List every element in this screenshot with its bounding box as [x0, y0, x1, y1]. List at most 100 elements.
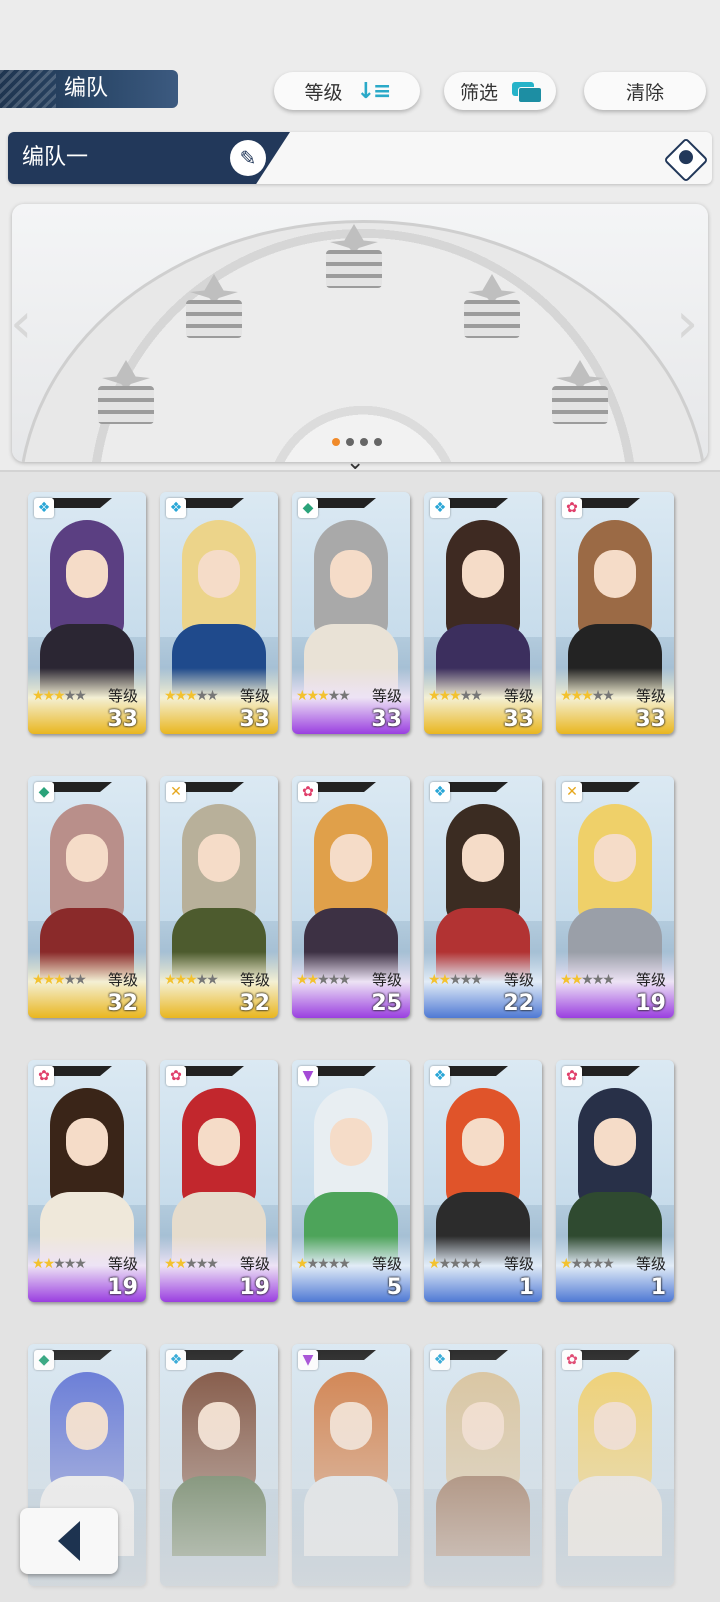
- star-icon: ★: [317, 972, 329, 988]
- character-card[interactable]: ❖ ★★★★★ 等级 33: [160, 492, 278, 734]
- character-card[interactable]: ◆ ★★★★★ 等级 32: [28, 776, 146, 1018]
- character-card[interactable]: ❖ ★★★★★ 等级 33: [28, 492, 146, 734]
- star-rating: ★★★★★: [428, 688, 483, 704]
- character-card[interactable]: ✿ ★★★★★ 等级 1: [556, 1060, 674, 1302]
- character-card[interactable]: ◆ ★★★★★ 等级 33: [292, 492, 410, 734]
- back-arrow-icon: [58, 1521, 80, 1561]
- formation-slot[interactable]: [98, 360, 154, 424]
- star-icon: ★: [317, 688, 329, 704]
- element-icon: ▼: [298, 1066, 318, 1086]
- character-card[interactable]: ✿ ★★★★★ 等级 19: [28, 1060, 146, 1302]
- star-icon: ★: [428, 972, 440, 988]
- formation-slot[interactable]: [186, 274, 242, 338]
- character-card[interactable]: ❖ ★★★★★ 等级 22: [424, 776, 542, 1018]
- character-card[interactable]: ✿ ★★★★★ 等级 33: [556, 492, 674, 734]
- star-icon: ★: [174, 688, 187, 704]
- level-value: 1: [650, 1275, 666, 1300]
- star-icon: ★: [438, 972, 451, 988]
- team-emblem-icon[interactable]: [663, 137, 709, 183]
- star-icon: ★: [581, 688, 593, 704]
- character-card[interactable]: ✕ ★★★★★ 等级 19: [556, 776, 674, 1018]
- level-label: 等级: [635, 971, 666, 989]
- level-value: 33: [371, 707, 402, 732]
- element-icon: ✿: [562, 1066, 582, 1086]
- element-icon: ❖: [166, 1350, 186, 1370]
- character-card[interactable]: ❖ ★★★★★ 等级 1: [424, 1060, 542, 1302]
- level-value: 33: [503, 707, 534, 732]
- star-icon: ★: [185, 1256, 197, 1272]
- edit-team-name-icon[interactable]: ✎: [230, 140, 266, 176]
- clear-button[interactable]: 清除: [584, 72, 706, 110]
- page-dot[interactable]: [360, 438, 368, 446]
- page-dot[interactable]: [374, 438, 382, 446]
- star-icon: ★: [591, 972, 604, 988]
- level-value: 33: [239, 707, 270, 732]
- level-value: 25: [371, 991, 402, 1016]
- element-icon: ✿: [298, 782, 318, 802]
- page-dot[interactable]: [346, 438, 354, 446]
- star-icon: ★: [306, 972, 319, 988]
- page-indicator: [332, 438, 382, 446]
- star-icon: ★: [570, 1256, 583, 1272]
- star-rating: ★★★★★: [164, 1256, 219, 1272]
- star-rating: ★★★★★: [296, 972, 351, 988]
- star-icon: ★: [296, 1256, 308, 1272]
- formation-slot[interactable]: [326, 224, 382, 288]
- star-icon: ★: [327, 1256, 340, 1272]
- character-card[interactable]: ▼: [292, 1344, 410, 1586]
- star-rating: ★★★★★: [560, 688, 615, 704]
- character-card[interactable]: ✿ ★★★★★ 等级 25: [292, 776, 410, 1018]
- star-icon: ★: [174, 972, 187, 988]
- star-icon: ★: [74, 688, 86, 704]
- star-icon: ★: [602, 688, 614, 704]
- star-icon: ★: [53, 688, 65, 704]
- level-label: 等级: [503, 1255, 534, 1273]
- star-icon: ★: [459, 688, 472, 704]
- star-rating: ★★★★★: [296, 1256, 351, 1272]
- filter-label: 筛选: [459, 81, 498, 104]
- character-card[interactable]: ✿ ★★★★★ 等级 19: [160, 1060, 278, 1302]
- star-rating: ★★★★★: [32, 1256, 87, 1272]
- star-icon: ★: [470, 972, 482, 988]
- character-card[interactable]: ❖: [160, 1344, 278, 1586]
- level-label: 等级: [503, 971, 534, 989]
- sort-by-level-button[interactable]: 等级 ↓≡: [274, 72, 420, 110]
- star-icon: ★: [338, 972, 350, 988]
- star-icon: ★: [470, 1256, 482, 1272]
- star-icon: ★: [42, 972, 55, 988]
- character-card[interactable]: ❖ ★★★★★ 等级 33: [424, 492, 542, 734]
- star-icon: ★: [42, 1256, 55, 1272]
- star-rating: ★★★★★: [32, 688, 87, 704]
- page-dot[interactable]: [332, 438, 340, 446]
- star-icon: ★: [63, 1256, 76, 1272]
- star-icon: ★: [32, 1256, 44, 1272]
- star-icon: ★: [560, 1256, 572, 1272]
- star-icon: ★: [296, 972, 308, 988]
- star-icon: ★: [53, 1256, 65, 1272]
- star-icon: ★: [560, 688, 572, 704]
- star-icon: ★: [459, 1256, 472, 1272]
- page-title: 编队: [0, 70, 178, 108]
- star-icon: ★: [42, 688, 55, 704]
- level-value: 5: [386, 1275, 402, 1300]
- character-card[interactable]: ✿: [556, 1344, 674, 1586]
- character-card[interactable]: ❖: [424, 1344, 542, 1586]
- formation-slot[interactable]: [552, 360, 608, 424]
- star-icon: ★: [602, 1256, 614, 1272]
- star-icon: ★: [338, 688, 350, 704]
- star-icon: ★: [63, 688, 76, 704]
- star-rating: ★★★★★: [560, 1256, 615, 1272]
- star-icon: ★: [560, 972, 572, 988]
- star-rating: ★★★★★: [164, 688, 219, 704]
- filter-button[interactable]: 筛选: [444, 72, 556, 110]
- star-icon: ★: [164, 688, 176, 704]
- next-team-arrow-icon[interactable]: ›: [676, 296, 698, 352]
- previous-team-arrow-icon[interactable]: ‹: [10, 296, 32, 352]
- star-icon: ★: [164, 972, 176, 988]
- character-card[interactable]: ✕ ★★★★★ 等级 32: [160, 776, 278, 1018]
- star-icon: ★: [164, 1256, 176, 1272]
- back-button[interactable]: [20, 1508, 118, 1574]
- formation-slot[interactable]: [464, 274, 520, 338]
- star-icon: ★: [195, 1256, 208, 1272]
- character-card[interactable]: ▼ ★★★★★ 等级 5: [292, 1060, 410, 1302]
